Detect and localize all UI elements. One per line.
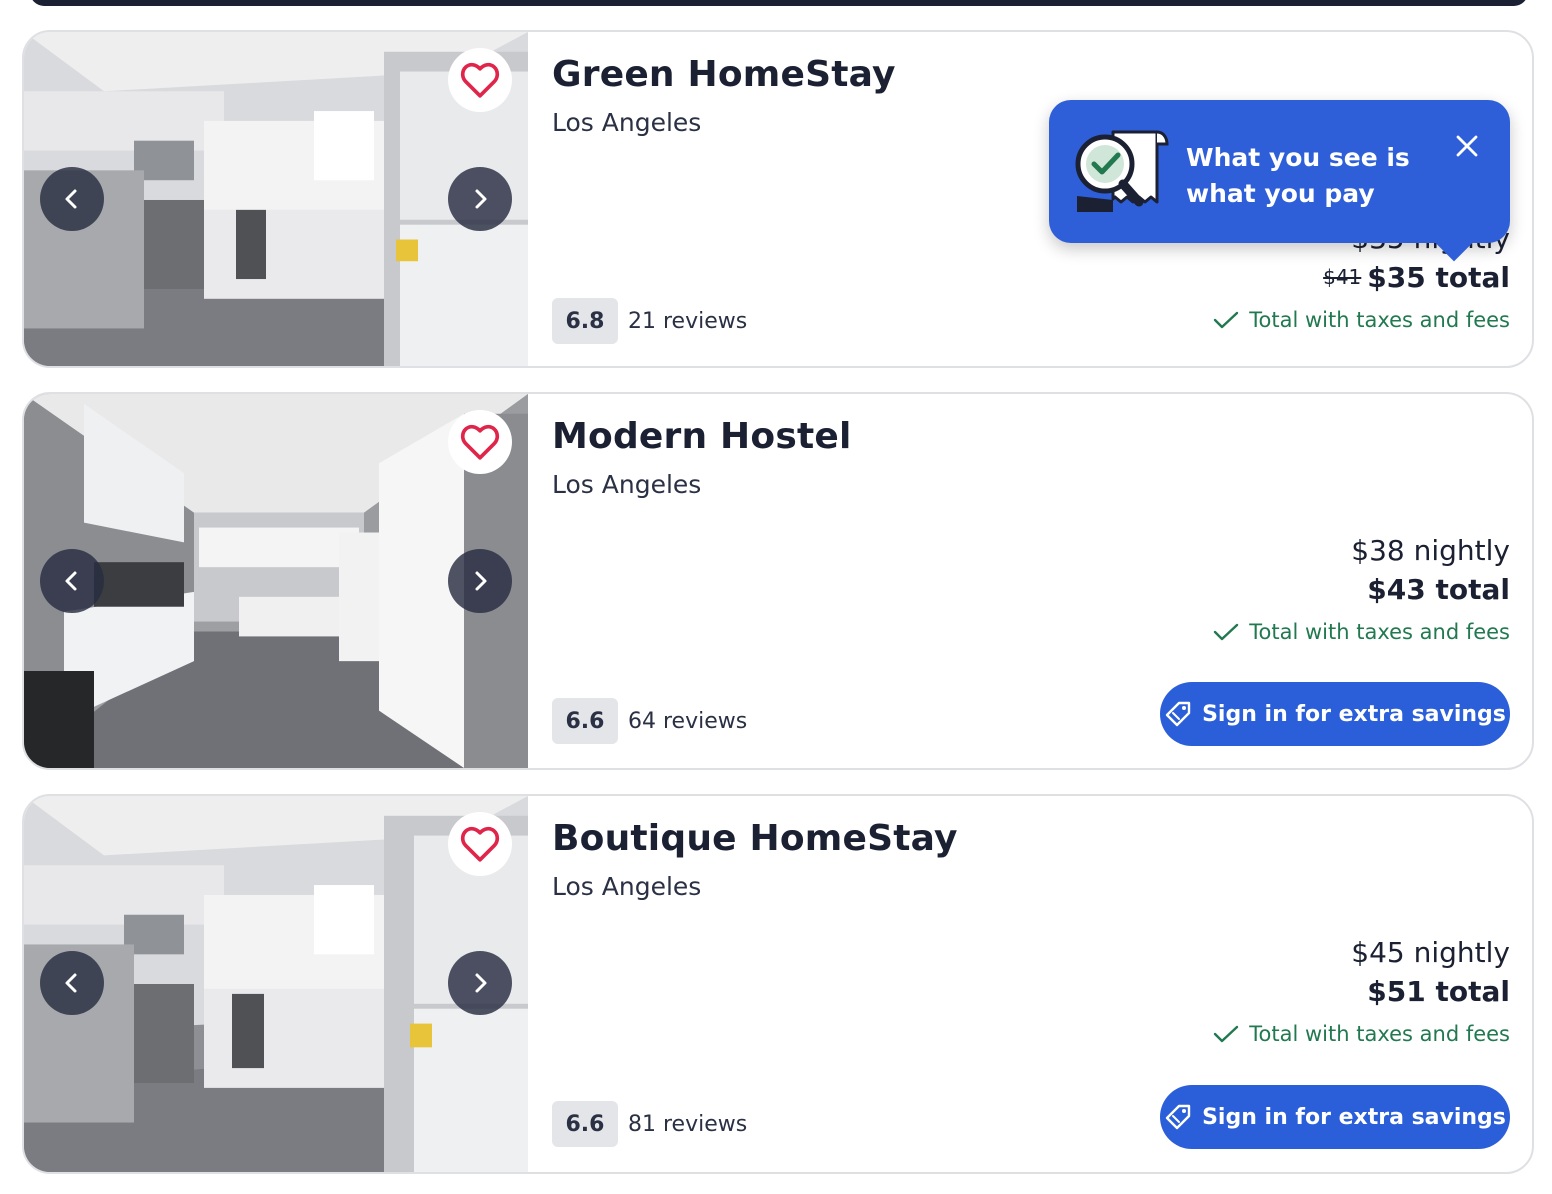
- chevron-right-icon: [475, 189, 487, 209]
- heart-outline-icon: [460, 62, 500, 98]
- next-photo-button[interactable]: [448, 549, 512, 613]
- review-count[interactable]: 21 reviews: [628, 309, 747, 334]
- favorite-button[interactable]: [448, 410, 512, 474]
- original-total-price: $41: [1323, 265, 1362, 289]
- receipt-magnifier-icon: [1075, 130, 1169, 212]
- listing-card[interactable]: Modern Hostel Los Angeles $38 nightly $4…: [22, 392, 1534, 770]
- price-tag-icon: [1165, 701, 1191, 727]
- chevron-left-icon: [65, 973, 77, 993]
- nightly-price: $45 nightly: [1351, 936, 1510, 969]
- listing-name[interactable]: Boutique HomeStay: [552, 818, 958, 859]
- heart-outline-icon: [460, 826, 500, 862]
- listing-city: Los Angeles: [552, 872, 702, 901]
- rating-score: 6.6: [552, 1101, 618, 1147]
- next-photo-button[interactable]: [448, 951, 512, 1015]
- tooltip-close-button[interactable]: [1449, 128, 1485, 164]
- sign-in-savings-label: Sign in for extra savings: [1202, 701, 1506, 727]
- total-price: $41 $35 total: [1213, 261, 1510, 294]
- rating: 6.6 81 reviews: [552, 1101, 747, 1147]
- nightly-price: $38 nightly: [1351, 534, 1510, 567]
- chevron-right-icon: [475, 571, 487, 591]
- listing-photo[interactable]: [24, 796, 528, 1172]
- taxes-note: Total with taxes and fees: [1213, 308, 1510, 332]
- chevron-left-icon: [65, 571, 77, 591]
- favorite-button[interactable]: [448, 812, 512, 876]
- price-block: $45 nightly $51 total Total with taxes a…: [1213, 936, 1510, 1046]
- taxes-note-label: Total with taxes and fees: [1249, 308, 1510, 332]
- check-icon: [1214, 311, 1239, 329]
- price-block: $38 nightly $43 total Total with taxes a…: [1213, 534, 1510, 644]
- listing-city: Los Angeles: [552, 108, 702, 137]
- listing-name[interactable]: Modern Hostel: [552, 416, 852, 457]
- close-icon: [1456, 135, 1478, 157]
- tooltip-text: What you see is what you pay: [1186, 143, 1410, 208]
- header-bar: [30, 0, 1528, 6]
- taxes-note: Total with taxes and fees: [1213, 620, 1510, 644]
- previous-photo-button[interactable]: [40, 951, 104, 1015]
- review-count[interactable]: 64 reviews: [628, 709, 747, 734]
- listing-card[interactable]: Boutique HomeStay Los Angeles $45 nightl…: [22, 794, 1534, 1174]
- price-transparency-tooltip: What you see is what you pay: [1049, 100, 1510, 262]
- rating-score: 6.8: [552, 298, 618, 344]
- next-photo-button[interactable]: [448, 167, 512, 231]
- taxes-note-label: Total with taxes and fees: [1249, 1022, 1510, 1046]
- sign-in-savings-button[interactable]: Sign in for extra savings: [1160, 1085, 1510, 1149]
- heart-outline-icon: [460, 424, 500, 460]
- listing-photo[interactable]: [24, 32, 528, 366]
- previous-photo-button[interactable]: [40, 167, 104, 231]
- review-count[interactable]: 81 reviews: [628, 1112, 747, 1137]
- rating: 6.6 64 reviews: [552, 698, 747, 744]
- sign-in-savings-button[interactable]: Sign in for extra savings: [1160, 682, 1510, 746]
- sign-in-savings-label: Sign in for extra savings: [1202, 1104, 1506, 1130]
- check-icon: [1214, 1025, 1239, 1043]
- listing-name[interactable]: Green HomeStay: [552, 54, 896, 95]
- total-price-value: $35 total: [1367, 261, 1510, 294]
- taxes-note-label: Total with taxes and fees: [1249, 620, 1510, 644]
- listing-photo[interactable]: [24, 394, 528, 768]
- rating: 6.8 21 reviews: [552, 298, 747, 344]
- taxes-note: Total with taxes and fees: [1213, 1022, 1510, 1046]
- chevron-left-icon: [65, 189, 77, 209]
- rating-score: 6.6: [552, 698, 618, 744]
- listing-city: Los Angeles: [552, 470, 702, 499]
- total-price: $43 total: [1367, 573, 1510, 606]
- previous-photo-button[interactable]: [40, 549, 104, 613]
- total-price: $51 total: [1367, 975, 1510, 1008]
- chevron-right-icon: [475, 973, 487, 993]
- check-icon: [1214, 623, 1239, 641]
- price-tag-icon: [1165, 1104, 1191, 1130]
- favorite-button[interactable]: [448, 48, 512, 112]
